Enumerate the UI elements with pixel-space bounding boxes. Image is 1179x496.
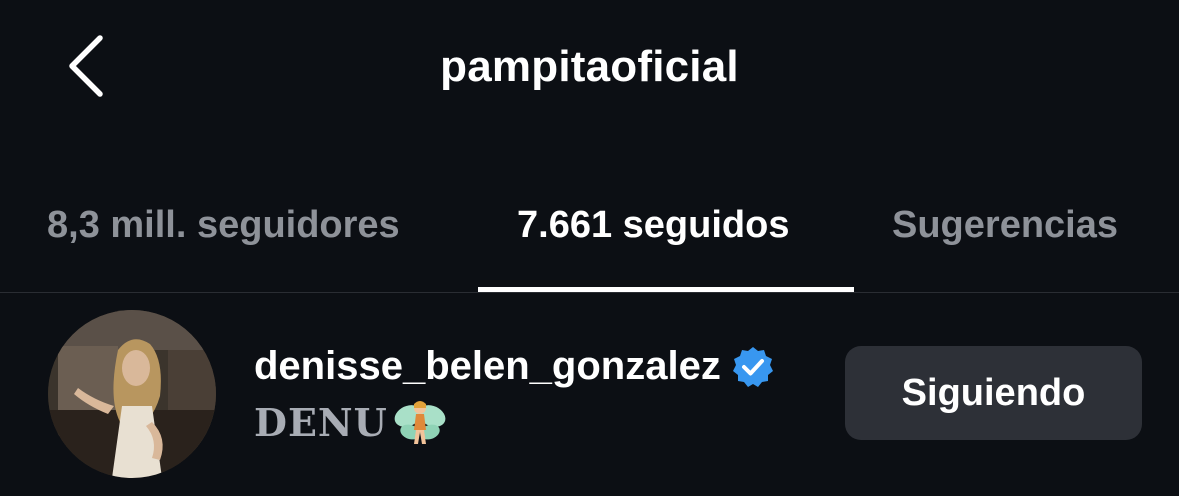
tab-bar: 8,3 mill. seguidores 7.661 seguidos Suge… [0, 190, 1179, 294]
avatar-photo [48, 310, 216, 478]
username[interactable]: denisse_belen_gonzalez [254, 344, 721, 389]
tab-followers[interactable]: 8,3 mill. seguidores [47, 204, 400, 247]
tabs-divider [0, 292, 1179, 293]
list-item[interactable]: denisse_belen_gonzalez DENU Siguiendo [0, 300, 1179, 490]
avatar[interactable] [48, 310, 216, 478]
username-line: denisse_belen_gonzalez [254, 344, 775, 389]
top-bar: pampitaoficial [0, 0, 1179, 140]
fairy-icon [390, 396, 448, 448]
tab-suggestions[interactable]: Sugerencias [892, 204, 1118, 247]
verified-badge-icon [731, 345, 775, 389]
page-title: pampitaoficial [440, 42, 739, 91]
bio-text: DENU [254, 399, 388, 445]
bio-line: DENU [254, 396, 448, 448]
following-button[interactable]: Siguiendo [845, 346, 1142, 440]
tab-following[interactable]: 7.661 seguidos [517, 204, 789, 247]
